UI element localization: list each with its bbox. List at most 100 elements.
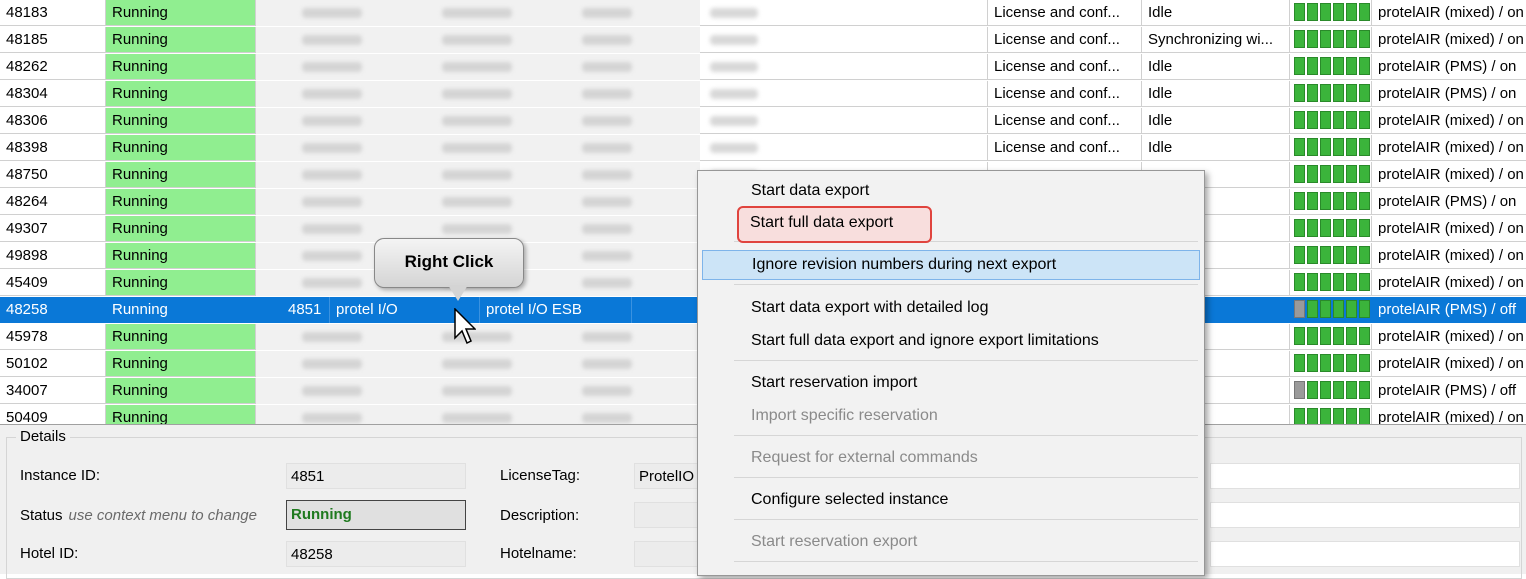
product-cell[interactable]: protelAIR (mixed) / on bbox=[1372, 0, 1526, 26]
status-cell[interactable]: Running bbox=[106, 216, 256, 242]
status-meter bbox=[1290, 135, 1372, 161]
instance-id-cell[interactable]: 48185 bbox=[0, 27, 106, 53]
table-row[interactable]: 48183 Running License and conf... Idle prote… bbox=[0, 0, 1526, 27]
status-cell[interactable]: Running bbox=[106, 297, 256, 323]
license-cell[interactable]: License and conf... bbox=[988, 135, 1142, 161]
table-row[interactable]: 48185 Running License and conf... Synchroni… bbox=[0, 27, 1526, 54]
status-cell[interactable]: Running bbox=[106, 243, 256, 269]
hotelname-field[interactable] bbox=[634, 541, 704, 567]
product-cell[interactable]: protelAIR (mixed) / on bbox=[1372, 162, 1526, 188]
menu-separator bbox=[734, 519, 1198, 520]
product-cell[interactable]: protelAIR (mixed) / on bbox=[1372, 216, 1526, 242]
status-cell[interactable]: Running bbox=[106, 405, 256, 424]
license-tag-field[interactable]: ProtelIO bbox=[634, 463, 704, 489]
instance-id-cell[interactable]: 48750 bbox=[0, 162, 106, 188]
menu-item-request-for-external-commands[interactable]: Request for external commands bbox=[702, 443, 1200, 473]
product-cell[interactable]: protelAIR (PMS) / on bbox=[1372, 81, 1526, 107]
product-cell[interactable]: protelAIR (mixed) / on bbox=[1372, 108, 1526, 134]
status-cell[interactable]: Running bbox=[106, 27, 256, 53]
status-cell[interactable]: Running bbox=[106, 351, 256, 377]
instance-id-cell[interactable]: 48304 bbox=[0, 81, 106, 107]
product-cell[interactable]: protelAIR (mixed) / on bbox=[1372, 351, 1526, 377]
blurred-name-cell bbox=[700, 81, 988, 107]
product-cell[interactable]: protelAIR (mixed) / on bbox=[1372, 243, 1526, 269]
state-cell[interactable]: Synchronizing wi... bbox=[1142, 27, 1290, 53]
menu-item-start-full-data-export[interactable]: Start full data export bbox=[701, 208, 1199, 238]
status-cell[interactable]: Running bbox=[106, 189, 256, 215]
blurred-cells bbox=[256, 378, 700, 404]
instance-id-cell[interactable]: 48398 bbox=[0, 135, 106, 161]
license-cell[interactable]: License and conf... bbox=[988, 27, 1142, 53]
table-row[interactable]: 48262 Running License and conf... Idle prote… bbox=[0, 54, 1526, 81]
instance-id-cell[interactable]: 49307 bbox=[0, 216, 106, 242]
product-cell[interactable]: protelAIR (mixed) / on bbox=[1372, 324, 1526, 350]
menu-item-start-data-export-with-detailed-log[interactable]: Start data export with detailed log bbox=[702, 293, 1200, 323]
instance-id-cell[interactable]: 48183 bbox=[0, 0, 106, 26]
instance-id-cell[interactable]: 45978 bbox=[0, 324, 106, 350]
product-cell[interactable]: protelAIR (PMS) / off bbox=[1372, 378, 1526, 404]
extra-field-3[interactable] bbox=[1210, 541, 1520, 567]
status-cell[interactable]: Running bbox=[106, 378, 256, 404]
instance-id-cell[interactable]: 50409 bbox=[0, 405, 106, 424]
description-field[interactable] bbox=[634, 502, 704, 528]
instance-id-cell[interactable]: 50102 bbox=[0, 351, 106, 377]
license-cell[interactable]: License and conf... bbox=[988, 108, 1142, 134]
status-meter bbox=[1290, 243, 1372, 269]
selected-row-cell[interactable]: 4851 bbox=[256, 297, 330, 323]
license-cell[interactable]: License and conf... bbox=[988, 0, 1142, 26]
signal-bars-icon bbox=[1294, 111, 1371, 130]
status-cell[interactable]: Running bbox=[106, 135, 256, 161]
product-cell[interactable]: protelAIR (mixed) / on bbox=[1372, 270, 1526, 296]
product-cell[interactable]: protelAIR (mixed) / on bbox=[1372, 405, 1526, 424]
license-cell[interactable]: License and conf... bbox=[988, 54, 1142, 80]
instance-id-cell[interactable]: 45409 bbox=[0, 270, 106, 296]
status-cell[interactable]: Running bbox=[106, 0, 256, 26]
extra-field-2[interactable] bbox=[1210, 502, 1520, 528]
menu-item-import-specific-reservation[interactable]: Import specific reservation bbox=[702, 401, 1200, 431]
status-cell[interactable]: Running bbox=[106, 81, 256, 107]
state-cell[interactable]: Idle bbox=[1142, 108, 1290, 134]
menu-item-start-data-export[interactable]: Start data export bbox=[702, 176, 1200, 206]
state-cell[interactable]: Idle bbox=[1142, 81, 1290, 107]
state-cell[interactable]: Idle bbox=[1142, 54, 1290, 80]
selected-row-cell[interactable]: protel I/O ESB bbox=[480, 297, 632, 323]
menu-item-configure-selected-instance[interactable]: Configure selected instance bbox=[702, 485, 1200, 515]
status-cell[interactable]: Running bbox=[106, 162, 256, 188]
product-cell[interactable]: protelAIR (PMS) / off bbox=[1372, 297, 1526, 323]
status-meter bbox=[1290, 216, 1372, 242]
license-cell[interactable]: License and conf... bbox=[988, 81, 1142, 107]
state-cell[interactable]: Idle bbox=[1142, 135, 1290, 161]
status-cell[interactable]: Running bbox=[106, 54, 256, 80]
extra-field-1[interactable] bbox=[1210, 463, 1520, 489]
status-cell[interactable]: Running bbox=[106, 108, 256, 134]
menu-item-start-full-data-export-and-ignore-export-limitations[interactable]: Start full data export and ignore export… bbox=[702, 326, 1200, 356]
instance-id-cell[interactable]: 34007 bbox=[0, 378, 106, 404]
hotel-id-field[interactable]: 48258 bbox=[286, 541, 466, 567]
product-cell[interactable]: protelAIR (PMS) / on bbox=[1372, 54, 1526, 80]
status-meter bbox=[1290, 324, 1372, 350]
menu-item-start-reservation-export[interactable]: Start reservation export bbox=[702, 527, 1200, 557]
status-field[interactable]: Running bbox=[286, 500, 466, 530]
instance-id-label: Instance ID: bbox=[20, 467, 101, 484]
product-cell[interactable]: protelAIR (PMS) / on bbox=[1372, 189, 1526, 215]
signal-bars-icon bbox=[1294, 408, 1371, 424]
details-legend: Details bbox=[16, 428, 70, 445]
menu-item-ignore-revision-numbers-during-next-export[interactable]: Ignore revision numbers during next expo… bbox=[702, 250, 1200, 280]
state-cell[interactable]: Idle bbox=[1142, 0, 1290, 26]
instance-id-field[interactable]: 4851 bbox=[286, 463, 466, 489]
instance-id-cell[interactable]: 48306 bbox=[0, 108, 106, 134]
menu-item-start-reservation-import[interactable]: Start reservation import bbox=[702, 368, 1200, 398]
instance-id-cell[interactable]: 49898 bbox=[0, 243, 106, 269]
status-meter bbox=[1290, 162, 1372, 188]
product-cell[interactable]: protelAIR (mixed) / on bbox=[1372, 27, 1526, 53]
table-row[interactable]: 48306 Running License and conf... Idle prote… bbox=[0, 108, 1526, 135]
instance-id-cell[interactable]: 48264 bbox=[0, 189, 106, 215]
product-cell[interactable]: protelAIR (mixed) / on bbox=[1372, 135, 1526, 161]
table-row[interactable]: 48304 Running License and conf... Idle prote… bbox=[0, 81, 1526, 108]
blurred-cells bbox=[256, 405, 700, 424]
table-row[interactable]: 48398 Running License and conf... Idle prote… bbox=[0, 135, 1526, 162]
instance-id-cell[interactable]: 48262 bbox=[0, 54, 106, 80]
instance-id-cell[interactable]: 48258 bbox=[0, 297, 106, 323]
status-cell[interactable]: Running bbox=[106, 324, 256, 350]
status-cell[interactable]: Running bbox=[106, 270, 256, 296]
